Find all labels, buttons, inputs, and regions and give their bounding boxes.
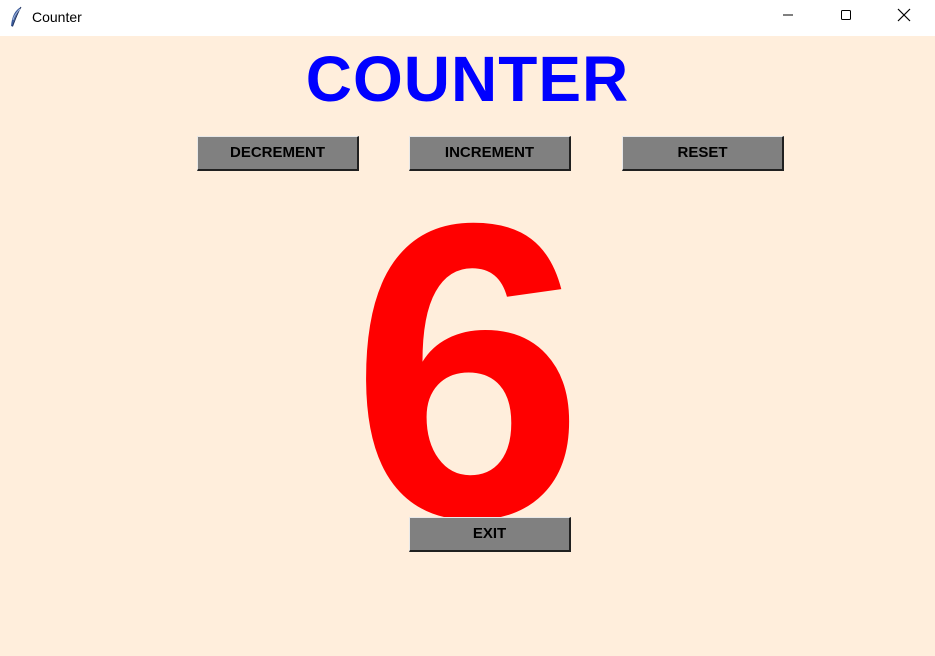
maximize-icon bbox=[840, 8, 852, 26]
app-window: Counter COUNTER DECREMENT INCREMENT RESE… bbox=[0, 0, 935, 656]
minimize-icon bbox=[782, 8, 794, 26]
page-title: COUNTER bbox=[305, 43, 630, 115]
window-title: Counter bbox=[32, 9, 82, 25]
decrement-button[interactable]: DECREMENT bbox=[197, 136, 359, 171]
close-button[interactable] bbox=[881, 0, 927, 34]
maximize-button[interactable] bbox=[823, 0, 869, 34]
exit-button[interactable]: EXIT bbox=[409, 517, 571, 552]
counter-value: 6 bbox=[350, 137, 585, 606]
close-icon bbox=[897, 8, 911, 27]
feather-icon bbox=[9, 6, 23, 28]
app-client-area: COUNTER DECREMENT INCREMENT RESET 6 EXIT bbox=[0, 36, 935, 656]
minimize-button[interactable] bbox=[765, 0, 811, 34]
reset-button[interactable]: RESET bbox=[622, 136, 784, 171]
title-bar[interactable]: Counter bbox=[0, 0, 935, 36]
